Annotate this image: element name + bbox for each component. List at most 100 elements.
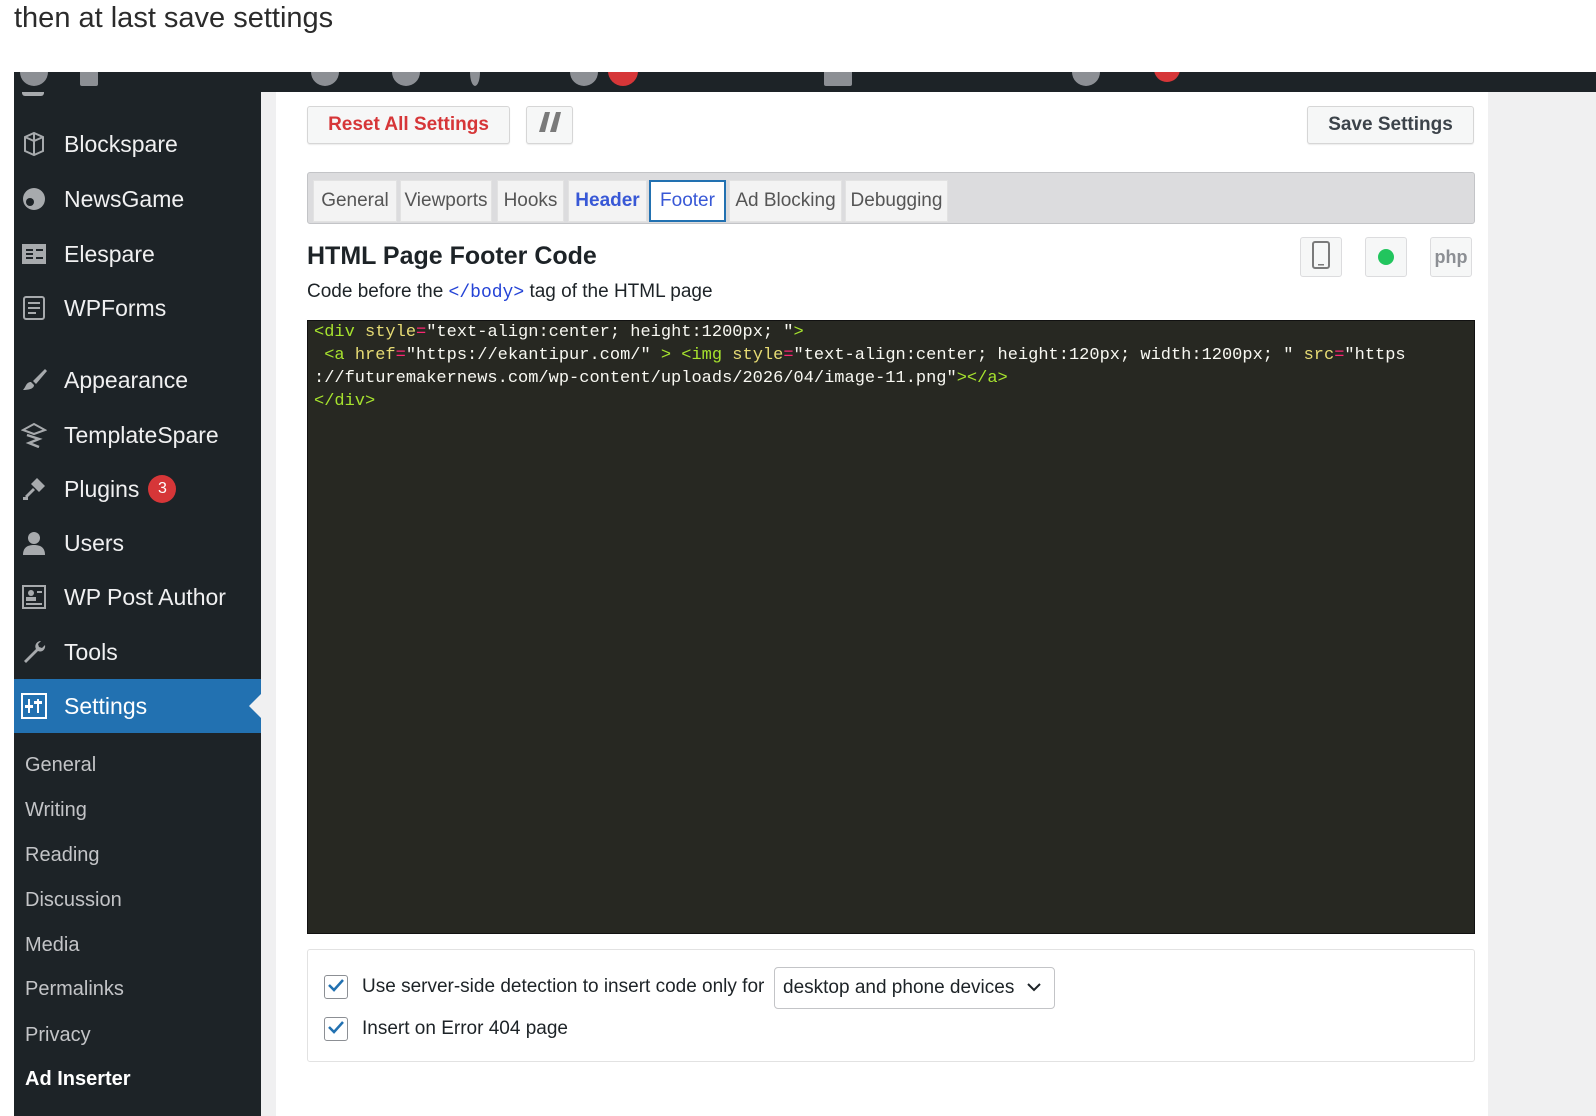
sidebar-item-label: Tools	[64, 638, 118, 665]
code-token: =	[1334, 346, 1345, 365]
sidebar-item-label: TemplateSpare	[64, 421, 219, 448]
sidebar-item-label: Elespare	[64, 240, 155, 267]
submenu-item-general[interactable]: General	[25, 754, 96, 777]
code-token: ://futuremakernews.com/wp-content/upload…	[314, 369, 957, 388]
code-token: "https	[1344, 346, 1406, 365]
updates-icon[interactable]	[311, 72, 339, 86]
code-token: <a	[324, 346, 345, 365]
code-token: href	[354, 346, 396, 365]
submenu-item-media[interactable]: Media	[25, 934, 79, 957]
error-404-checkbox[interactable]	[324, 1017, 348, 1041]
comments-bubble-icon[interactable]	[392, 72, 420, 86]
sidebar-item-label: Appearance	[64, 366, 189, 393]
sidebar-item-wp-post-author[interactable]: WP Post Author	[14, 574, 261, 620]
insights-icon[interactable]	[824, 72, 852, 86]
admin-bar	[14, 72, 1596, 92]
code-token: <img	[681, 346, 723, 365]
submenu-item-privacy[interactable]: Privacy	[25, 1024, 91, 1047]
chevron-down-icon	[1026, 979, 1042, 1001]
post-author-icon	[20, 583, 48, 611]
feedback-count-badge	[608, 72, 638, 86]
subtitle-before: Code before the	[307, 281, 444, 302]
error-404-label: Insert on Error 404 page	[362, 1018, 568, 1039]
sidebar-item-label: Blockspare	[64, 130, 178, 157]
sidebar-item-label: Users	[64, 529, 125, 556]
sidebar-item-templatespare[interactable]: TemplateSpare	[14, 412, 261, 458]
submenu-item-writing[interactable]: Writing	[25, 799, 87, 822]
tab-header[interactable]: Header	[568, 180, 647, 222]
code-line-1: <div style="text-align:center; height:12…	[314, 323, 804, 342]
tab-general[interactable]: General	[313, 180, 397, 222]
subtitle-after: tag of the HTML page	[529, 281, 713, 302]
elespare-icon	[20, 240, 48, 268]
submenu-item-ad-inserter[interactable]: Ad Inserter	[25, 1068, 131, 1091]
insertion-options: Use server-side detection to insert code…	[307, 949, 1475, 1062]
sidebar-item-label: Settings	[64, 692, 148, 719]
code-token: =	[395, 346, 406, 365]
tab-ad-blocking[interactable]: Ad Blocking	[729, 180, 842, 222]
newsgame-icon	[20, 185, 48, 213]
seo-count-badge	[1154, 72, 1180, 82]
code-token: >	[660, 346, 672, 365]
tab-debugging[interactable]: Debugging	[845, 180, 948, 222]
subtitle-code: </body>	[448, 283, 525, 303]
users-icon	[20, 529, 48, 557]
tab-viewports[interactable]: Viewports	[400, 180, 492, 222]
code-token: ></a>	[956, 369, 1008, 388]
checkmark-icon	[327, 1019, 345, 1040]
code-line-3: ://futuremakernews.com/wp-content/upload…	[314, 369, 1008, 388]
ad-inserter-panel: Reset All Settings Save Settings General…	[276, 92, 1488, 1116]
sidebar-item-newsgame[interactable]: NewsGame	[14, 176, 261, 222]
seo-icon[interactable]	[1072, 72, 1100, 86]
sidebar-item-blockspare[interactable]: Blockspare	[14, 121, 261, 167]
wrench-icon	[20, 638, 48, 666]
server-side-detection-checkbox[interactable]	[324, 975, 348, 999]
php-label: php	[1434, 246, 1468, 267]
comments-icon	[22, 92, 44, 96]
site-icon[interactable]	[80, 72, 98, 86]
code-editor[interactable]: <div style="text-align:center; height:12…	[307, 320, 1475, 934]
save-settings-button[interactable]: Save Settings	[1307, 106, 1474, 144]
php-toggle-button[interactable]: php	[1430, 237, 1472, 277]
section-title: HTML Page Footer Code	[307, 242, 597, 270]
sidebar-item-appearance[interactable]: Appearance	[14, 357, 261, 403]
blockspare-icon	[20, 130, 48, 158]
sidebar-item-tools[interactable]: Tools	[14, 629, 261, 675]
enabled-toggle-button[interactable]	[1365, 237, 1407, 277]
sidebar-item-label: WP Post Author	[64, 583, 226, 610]
sidebar-item-partial[interactable]	[14, 92, 261, 104]
section-subtitle: Code before the </body> tag of the HTML …	[307, 281, 713, 303]
tab-hooks[interactable]: Hooks	[497, 180, 564, 222]
sidebar-item-wpforms[interactable]: WPForms	[14, 285, 261, 331]
phone-icon	[1311, 240, 1331, 274]
code-token: =	[416, 323, 427, 342]
wordpress-logo-icon[interactable]	[20, 72, 48, 86]
code-token: style	[365, 323, 417, 342]
rearrange-button[interactable]	[526, 106, 573, 144]
rearrange-icon	[535, 109, 565, 141]
new-plus-icon[interactable]	[470, 72, 480, 86]
plugin-icon	[20, 475, 48, 503]
device-select[interactable]: desktop and phone devices	[774, 967, 1055, 1009]
sidebar-item-label: NewsGame	[64, 185, 185, 212]
submenu-item-permalinks[interactable]: Permalinks	[25, 978, 124, 1001]
feedback-icon[interactable]	[570, 72, 598, 86]
paintbrush-icon	[20, 366, 48, 394]
tab-footer[interactable]: Footer	[649, 180, 726, 222]
sidebar-item-label: WPForms	[64, 294, 167, 321]
submenu-item-discussion[interactable]: Discussion	[25, 889, 122, 912]
reset-all-settings-button[interactable]: Reset All Settings	[307, 106, 510, 144]
sidebar-item-elespare[interactable]: Elespare	[14, 231, 261, 277]
checkmark-icon	[327, 977, 345, 998]
code-token: style	[732, 346, 784, 365]
sidebar-item-settings[interactable]: Settings	[14, 679, 261, 733]
sidebar-item-users[interactable]: Users	[14, 520, 261, 566]
admin-sidebar: Blockspare NewsGame Elespare WPForms App…	[14, 92, 261, 1116]
code-token: =	[783, 346, 794, 365]
submenu-item-reading[interactable]: Reading	[25, 844, 100, 867]
code-token: <div	[314, 323, 355, 342]
save-button-label: Save Settings	[1328, 114, 1453, 135]
device-toggle-button[interactable]	[1300, 237, 1342, 277]
code-token: </div>	[314, 392, 376, 411]
sidebar-item-plugins[interactable]: Plugins 3	[14, 466, 261, 512]
